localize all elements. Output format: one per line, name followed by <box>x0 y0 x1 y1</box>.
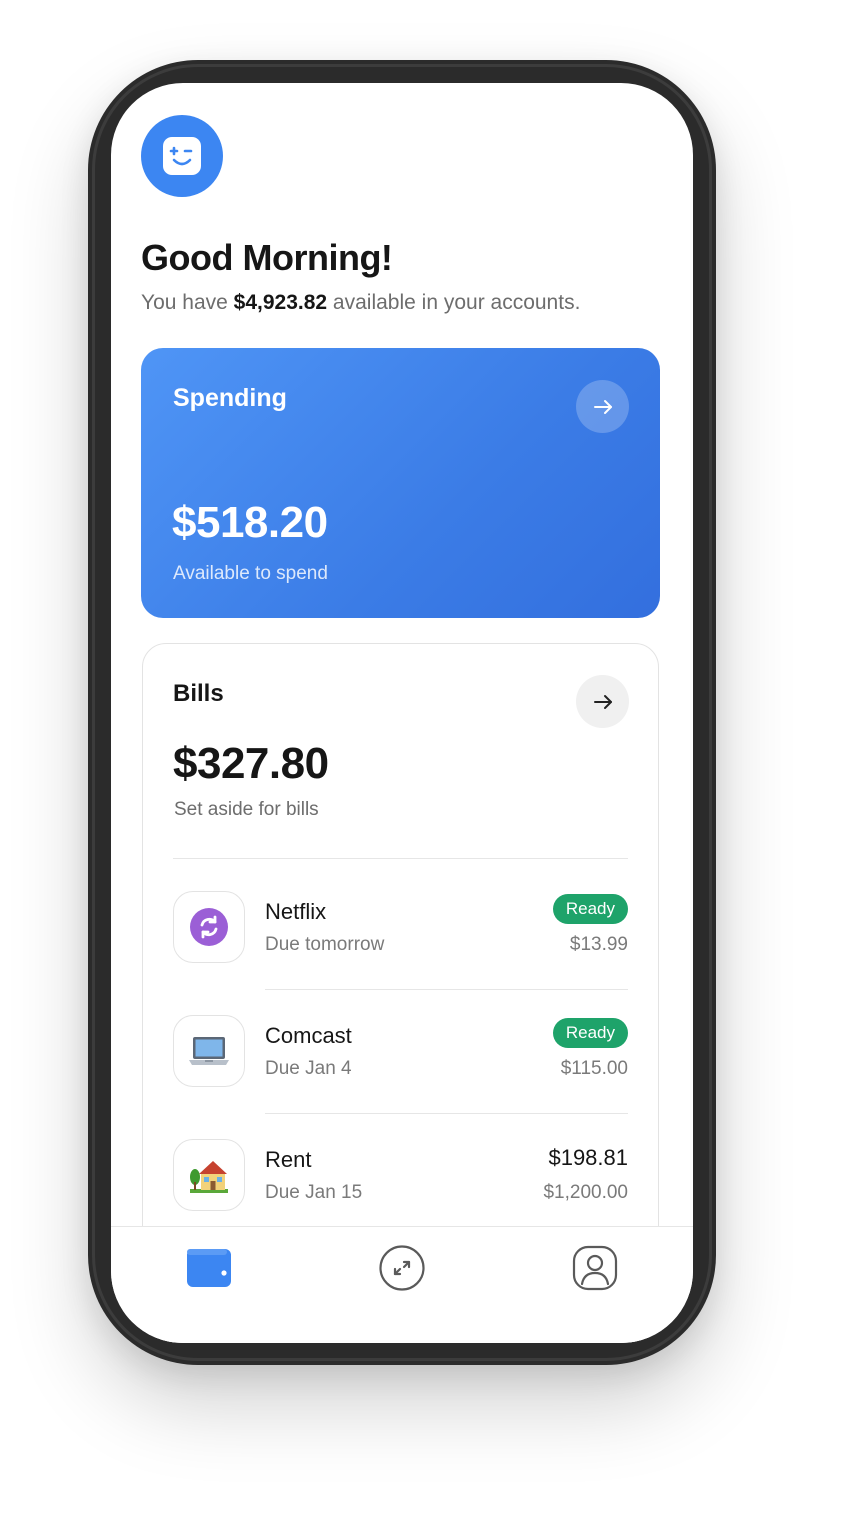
arrow-right-icon <box>593 399 612 414</box>
bill-amount: $13.99 <box>569 934 628 955</box>
spending-card[interactable]: Spending $518.20 Available to spend <box>141 348 660 618</box>
refresh-icon <box>173 891 245 963</box>
bills-amount: $327.80 <box>173 739 329 788</box>
bill-name: Rent <box>265 1147 312 1172</box>
spending-label: Spending <box>173 384 287 412</box>
laptop-icon <box>173 1015 245 1087</box>
bill-name: Netflix <box>265 899 327 924</box>
bill-amount: $1,200.00 <box>543 1182 628 1203</box>
bill-row-rent[interactable]: Rent Due Jan 15 $198.81 $1,200.00 <box>173 1139 628 1215</box>
wink-face-icon <box>163 137 201 175</box>
tab-wallet[interactable] <box>184 1243 234 1293</box>
tab-profile[interactable] <box>570 1243 620 1293</box>
tab-transfer[interactable] <box>377 1243 427 1293</box>
available-total: $4,923.82 <box>233 291 328 314</box>
status-badge: Ready <box>552 894 628 924</box>
bill-saved-amount: $198.81 <box>548 1145 628 1170</box>
summary-prefix: You have <box>141 291 234 314</box>
bill-due-date: Due tomorrow <box>265 934 385 955</box>
status-badge: Ready <box>552 1018 628 1048</box>
arrow-right-icon <box>593 694 612 709</box>
spending-amount: $518.20 <box>172 498 328 547</box>
bills-label: Bills <box>173 680 224 707</box>
bill-row-netflix[interactable]: Netflix Due tomorrow Ready $13.99 <box>173 891 628 967</box>
divider <box>265 1113 628 1114</box>
bill-row-comcast[interactable]: Comcast Due Jan 4 Ready $115.00 <box>173 1015 628 1091</box>
bills-arrow-button[interactable] <box>576 675 629 728</box>
bill-amount: $115.00 <box>560 1058 628 1079</box>
avatar[interactable] <box>141 115 223 197</box>
bill-due-date: Due Jan 15 <box>265 1182 363 1203</box>
spending-caption: Available to spend <box>173 563 328 584</box>
house-icon <box>173 1139 245 1211</box>
greeting-title: Good Morning! <box>141 237 393 278</box>
bills-caption: Set aside for bills <box>174 799 319 820</box>
bill-due-date: Due Jan 4 <box>265 1058 352 1079</box>
summary-suffix: available in your accounts. <box>327 291 581 314</box>
divider <box>173 858 628 859</box>
divider <box>265 989 628 990</box>
transfer-icon <box>379 1245 425 1291</box>
balance-summary: You have $4,923.82 available in your acc… <box>141 291 580 315</box>
spending-arrow-button[interactable] <box>576 380 629 433</box>
wallet-icon <box>187 1249 231 1287</box>
profile-icon <box>572 1245 618 1291</box>
bill-name: Comcast <box>265 1023 352 1048</box>
bottom-tab-bar <box>111 1226 693 1343</box>
app-screen: Good Morning! You have $4,923.82 availab… <box>111 83 693 1343</box>
